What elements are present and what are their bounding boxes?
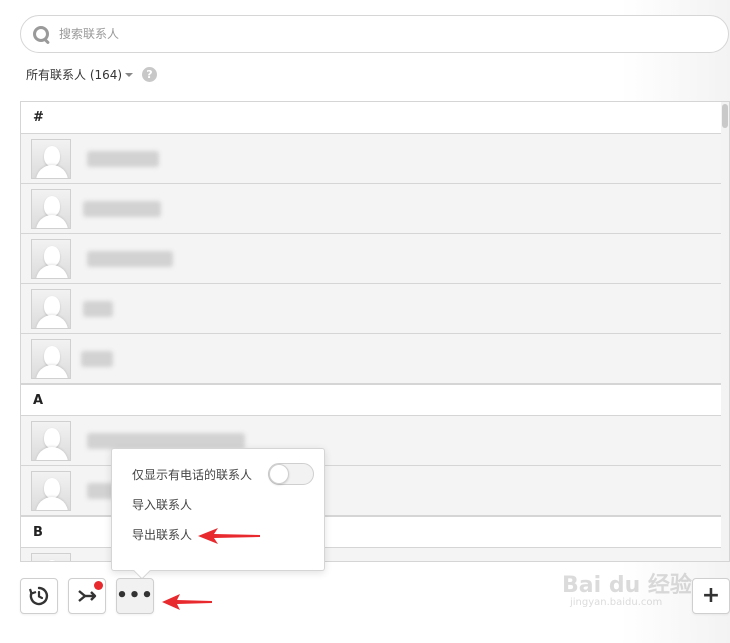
- scrollbar-thumb[interactable]: [722, 104, 728, 128]
- contact-row[interactable]: [21, 234, 723, 284]
- notification-dot: [94, 581, 103, 590]
- search-input[interactable]: [59, 27, 659, 41]
- avatar: [31, 553, 71, 561]
- more-options-button[interactable]: •••: [116, 578, 154, 614]
- blurred-name: [83, 201, 161, 217]
- baidu-watermark: Bai du 经验 jingyan.baidu.com: [562, 565, 692, 615]
- annotation-arrow-icon: [162, 594, 212, 610]
- add-contact-button[interactable]: +: [692, 578, 730, 614]
- blurred-name: [87, 151, 159, 167]
- more-options-popup: 仅显示有电话的联系人 导入联系人 导出联系人: [111, 448, 325, 580]
- contact-row[interactable]: [21, 134, 723, 184]
- watermark-brand: Bai du 经验: [562, 573, 692, 598]
- avatar: [31, 339, 71, 379]
- list-scrollbar[interactable]: [721, 102, 729, 561]
- section-header-a: A: [21, 384, 723, 416]
- search-bar[interactable]: [20, 15, 729, 53]
- more-icon: •••: [116, 585, 154, 606]
- menu-item-export[interactable]: 导出联系人: [132, 526, 192, 543]
- contact-row[interactable]: [21, 184, 723, 234]
- phone-only-toggle[interactable]: [268, 463, 314, 485]
- history-icon: [28, 586, 49, 606]
- avatar: [31, 239, 71, 279]
- annotation-arrow-icon: [198, 528, 260, 544]
- history-button[interactable]: [20, 578, 58, 614]
- filter-label: 所有联系人 (164): [26, 68, 123, 82]
- popup-pointer: [133, 562, 151, 580]
- contacts-page: 所有联系人 (164) ? # A: [0, 0, 730, 643]
- avatar: [31, 139, 71, 179]
- section-header-hash: #: [21, 102, 723, 134]
- contact-row[interactable]: [21, 334, 723, 384]
- menu-item-phone-only[interactable]: 仅显示有电话的联系人: [132, 466, 252, 483]
- toggle-knob: [269, 464, 289, 484]
- avatar: [31, 471, 71, 511]
- chevron-down-icon: [125, 72, 134, 77]
- blurred-name: [87, 251, 173, 267]
- watermark-url: jingyan.baidu.com: [570, 597, 663, 608]
- avatar: [31, 289, 71, 329]
- menu-item-import[interactable]: 导入联系人: [132, 496, 192, 513]
- blurred-name: [87, 433, 245, 449]
- blurred-name: [83, 301, 113, 317]
- avatar: [31, 189, 71, 229]
- contact-filter-dropdown[interactable]: 所有联系人 (164): [26, 66, 134, 83]
- plus-icon: +: [701, 583, 721, 608]
- merge-contacts-button[interactable]: [68, 578, 106, 614]
- avatar: [31, 421, 71, 461]
- blurred-name: [81, 351, 113, 367]
- help-icon[interactable]: ?: [142, 67, 157, 82]
- search-icon: [31, 24, 51, 44]
- contact-row[interactable]: [21, 284, 723, 334]
